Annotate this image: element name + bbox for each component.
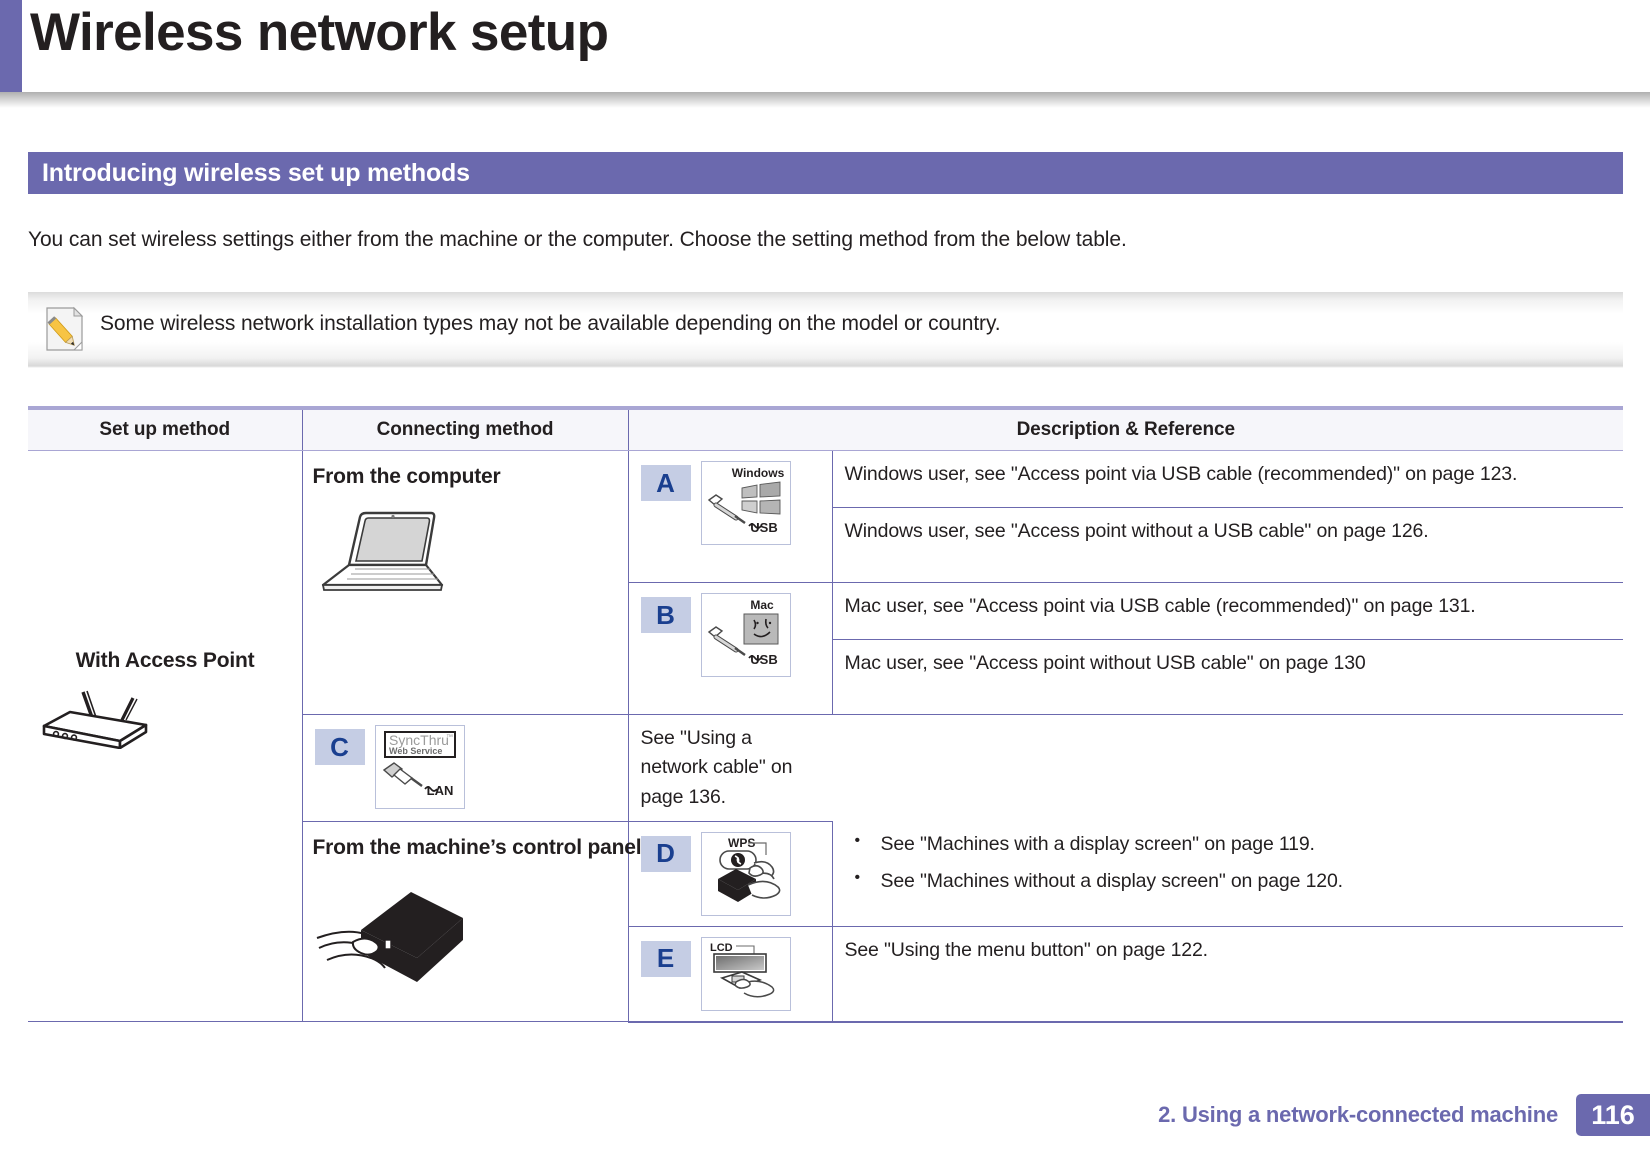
page-header: Wireless network setup — [0, 0, 1650, 114]
note-pencil-icon — [43, 305, 87, 353]
footer-page-number: 116 — [1576, 1094, 1650, 1136]
setup-method-label: With Access Point — [75, 649, 255, 672]
cell-setup-method: With Access Point — [28, 450, 302, 1023]
list-item: See "Machines without a display screen" … — [845, 865, 1612, 896]
svg-text:Mac: Mac — [750, 598, 774, 612]
svg-text:LAN: LAN — [426, 783, 453, 798]
cell-letter-a: A Windows USB — [627, 450, 832, 583]
cell-description: Mac user, see "Access point without USB … — [831, 639, 1624, 715]
windows-usb-icon: Windows USB — [700, 461, 791, 545]
letter-badge-e: E — [640, 940, 691, 977]
column-header-connecting-method: Connecting method — [301, 406, 628, 451]
mac-usb-icon: Mac USB — [700, 593, 791, 677]
svg-text:USB: USB — [750, 520, 777, 535]
letter-badge-d: D — [640, 835, 691, 872]
page-title: Wireless network setup — [30, 3, 609, 62]
svg-text:Windows: Windows — [731, 466, 784, 480]
lcd-panel-icon: LCD — [700, 936, 791, 1011]
table-row: With Access Point From the computer A Wi… — [28, 450, 1624, 1023]
description-bullet-list: See "Machines with a display screen" on … — [845, 829, 1612, 896]
cell-letter-d: D WPS — [627, 821, 832, 927]
cell-description: Windows user, see "Access point via USB … — [831, 450, 1624, 508]
letter-badge-c: C — [314, 729, 365, 765]
cell-letter-b: B Mac USB — [627, 582, 832, 715]
footer-chapter-label: 2. Using a network-connected machine — [1158, 1102, 1558, 1127]
description-text: Windows user, see "Access point without … — [844, 520, 1429, 542]
cell-connecting-method-computer: From the computer — [301, 450, 628, 715]
section-heading-label: Introducing wireless set up methods — [42, 158, 470, 187]
description-text: See "Using a network cable" on page 136. — [640, 727, 793, 808]
printer-hand-icon — [313, 874, 628, 984]
intro-paragraph: You can set wireless settings either fro… — [28, 228, 1127, 251]
list-item: See "Machines with a display screen" on … — [845, 829, 1612, 859]
wireless-router-icon — [36, 679, 294, 749]
cell-description: See "Using a network cable" on page 136. — [627, 714, 832, 822]
section-heading-bar: Introducing wireless set up methods — [28, 152, 1623, 194]
connecting-method-label: From the computer — [312, 465, 501, 488]
svg-text:USB: USB — [750, 652, 777, 667]
laptop-icon — [313, 503, 628, 595]
cell-description: Windows user, see "Access point without … — [831, 507, 1624, 583]
letter-badge-b: B — [640, 597, 691, 633]
title-divider-shadow — [0, 92, 1650, 114]
connecting-method-label: From the machine’s control panel — [312, 835, 642, 859]
cell-description: Mac user, see "Access point via USB cabl… — [831, 582, 1624, 640]
methods-table: Set up method Connecting method Descript… — [28, 406, 1624, 1023]
table-header-row: Set up method Connecting method Descript… — [28, 406, 1624, 451]
letter-badge-a: A — [640, 465, 691, 501]
description-text: Mac user, see "Access point via USB cabl… — [844, 595, 1476, 617]
wps-button-icon: WPS — [700, 831, 791, 916]
cell-description: See "Using the menu button" on page 122. — [831, 926, 1624, 1023]
note-text: Some wireless network installation types… — [100, 312, 1001, 335]
cell-description: See "Machines with a display screen" on … — [831, 821, 1624, 927]
note-box: Some wireless network installation types… — [28, 292, 1623, 368]
title-accent-bar — [0, 0, 22, 92]
cell-letter-e: E LCD — [627, 926, 832, 1023]
cell-connecting-method-control-panel: From the machine’s control panel — [301, 821, 642, 1023]
syncthru-lan-icon: SyncThru ™ Web Service LAN — [374, 725, 465, 809]
cell-letter-c: C SyncThru ™ Web Service LAN — [301, 714, 628, 822]
column-header-description-reference: Description & Reference — [627, 406, 1624, 451]
svg-text:™: ™ — [446, 734, 453, 741]
methods-table-wrapper: Set up method Connecting method Descript… — [28, 406, 1624, 1023]
description-text: Mac user, see "Access point without USB … — [844, 652, 1366, 674]
svg-text:Web Service: Web Service — [389, 746, 442, 756]
column-header-setup-method: Set up method — [28, 406, 302, 451]
svg-text:LCD: LCD — [710, 942, 733, 954]
description-text: See "Using the menu button" on page 122. — [844, 938, 1209, 961]
description-text: Windows user, see "Access point via USB … — [844, 463, 1518, 485]
page-footer: 2. Using a network-connected machine 116 — [1158, 1094, 1650, 1136]
